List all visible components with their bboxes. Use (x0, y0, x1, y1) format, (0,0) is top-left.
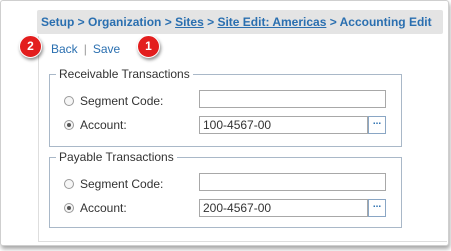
callout-badge-2: 2 (19, 35, 42, 58)
receivable-account-input[interactable]: 100-4567-00 (199, 116, 368, 134)
receivable-legend: Receivable Transactions (56, 67, 193, 81)
breadcrumb-separator: > (326, 15, 340, 29)
receivable-account-label: Account: (80, 118, 127, 132)
payable-account-input[interactable]: 200-4567-00 (199, 199, 368, 217)
payable-account-label: Account: (80, 201, 127, 215)
breadcrumb-current-page: Accounting Edit (339, 15, 432, 29)
receivable-segment-radio[interactable] (64, 96, 74, 106)
payable-segment-label: Segment Code: (80, 177, 164, 191)
left-divider (38, 36, 39, 241)
breadcrumb-separator: > (161, 15, 176, 29)
action-bar: Back | Save (51, 41, 120, 57)
payable-account-lookup-button[interactable]: ... (368, 199, 386, 217)
breadcrumb-sites-link[interactable]: Sites (175, 15, 204, 29)
payable-legend: Payable Transactions (56, 150, 177, 164)
action-separator: | (83, 42, 87, 56)
receivable-segment-input[interactable] (199, 90, 386, 108)
breadcrumb-separator: > (203, 15, 218, 29)
receivable-segment-label: Segment Code: (80, 94, 164, 108)
payable-segment-radio[interactable] (64, 179, 74, 189)
breadcrumb-site-edit-link[interactable]: Site Edit: Americas (217, 15, 326, 29)
save-link[interactable]: Save (93, 42, 120, 56)
receivable-account-radio[interactable] (64, 120, 74, 130)
bottom-divider (38, 241, 447, 242)
callout-badge-1: 1 (137, 35, 160, 58)
receivable-account-lookup-button[interactable]: ... (368, 116, 386, 134)
breadcrumb-setup[interactable]: Setup (41, 15, 74, 29)
breadcrumb: Setup > Organization > Sites > Site Edit… (37, 10, 443, 34)
payable-segment-input[interactable] (199, 173, 386, 191)
breadcrumb-separator: > (74, 15, 89, 29)
payable-account-radio[interactable] (64, 203, 74, 213)
back-link[interactable]: Back (51, 42, 78, 56)
breadcrumb-organization[interactable]: Organization (88, 15, 161, 29)
receivable-transactions-group: Receivable Transactions Segment Code: Ac… (49, 67, 402, 147)
payable-transactions-group: Payable Transactions Segment Code: Accou… (49, 150, 402, 228)
